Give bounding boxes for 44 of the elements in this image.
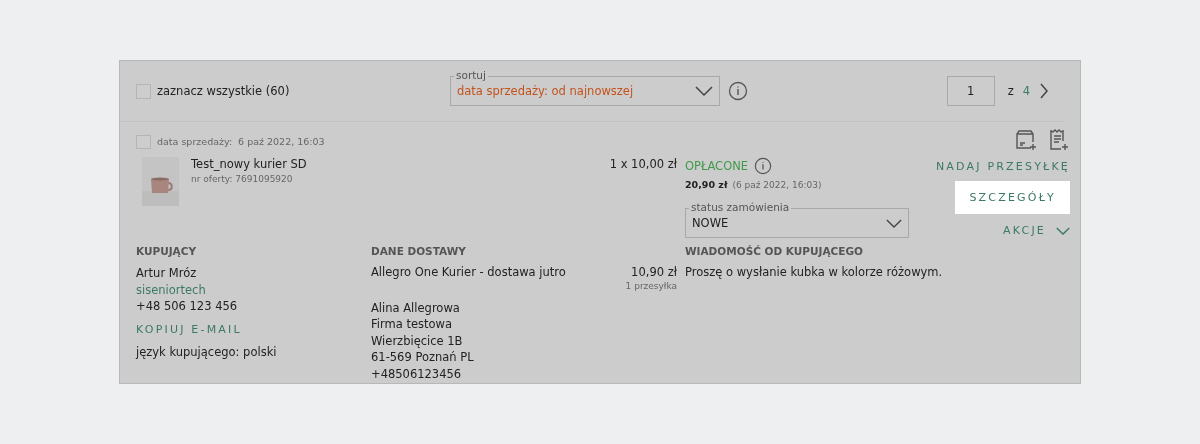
offer-number: nr oferty: 7691095920 (191, 174, 294, 184)
select-all-label: zaznacz wszystkie (60) (157, 84, 290, 98)
sale-date-label: data sprzedaży: (157, 136, 233, 147)
address-line: Alina Allegrowa (371, 299, 461, 316)
page-separator: z (1007, 84, 1014, 98)
address-line: 61-569 Poznań PL (371, 349, 475, 366)
address-line: Firma testowa (371, 316, 453, 333)
total-pages-link[interactable]: 4 (1022, 84, 1030, 98)
page-number-field[interactable]: 1 (946, 76, 995, 106)
product-name[interactable]: Test_nowy kurier SD (191, 157, 307, 171)
payment-total: 20,90 zł (685, 179, 728, 190)
buyer-language: język kupującego: polski (136, 343, 278, 360)
action-link[interactable]: NADAJ PRZESYŁKĘ (927, 152, 1070, 179)
chevron-down-icon (695, 86, 713, 96)
copy-email-link[interactable]: KOPIUJ E-MAIL (136, 322, 371, 336)
quantity-price: 1 x 10,00 zł (609, 157, 677, 171)
chevron-down-icon (886, 218, 902, 228)
info-icon[interactable] (728, 81, 748, 101)
action-link[interactable]: SZCZEGÓŁY (955, 181, 1070, 214)
message-heading: WIADOMOŚĆ OD KUPUJĄCEGO (685, 245, 864, 257)
delivery-price: 10,90 zł (631, 264, 677, 281)
package-add-icon[interactable] (1014, 128, 1038, 152)
buyer-login-link[interactable]: siseniortech (136, 281, 371, 298)
order-checkbox[interactable] (136, 134, 151, 149)
address-line: Wierzbięcice 1B (371, 332, 464, 349)
order-status-dropdown[interactable]: status zamówienia NOWE (685, 200, 909, 238)
actions-menu-button[interactable]: AKCJE (995, 216, 1070, 243)
buyer-heading: KUPUJĄCY (136, 245, 198, 257)
package-count: 1 przesyłka (625, 280, 677, 291)
delivery-heading: DANE DOSTAWY (371, 245, 467, 257)
sort-dropdown[interactable]: sortuj data sprzedaży: od najnowszej (450, 68, 720, 106)
buyer-name: Artur Mróz (136, 265, 198, 282)
address-line: +48506123456 (371, 365, 463, 382)
next-page-icon[interactable] (1039, 83, 1049, 99)
buyer-message: Proszę o wysłanie kubka w kolorze różowym. (685, 264, 944, 281)
buyer-phone: +48 506 123 456 (136, 298, 239, 315)
select-all-checkbox[interactable] (136, 83, 151, 99)
info-icon[interactable] (754, 157, 773, 175)
sale-date: 6 paź 2022, 16:03 (238, 136, 325, 147)
payment-status: OPŁACONE (685, 159, 749, 173)
document-add-icon[interactable] (1048, 128, 1070, 152)
chevron-down-icon (1056, 226, 1070, 235)
delivery-method: Allegro One Kurier - dostawa jutro (371, 264, 566, 281)
payment-date: (6 paź 2022, 16:03) (732, 180, 822, 190)
